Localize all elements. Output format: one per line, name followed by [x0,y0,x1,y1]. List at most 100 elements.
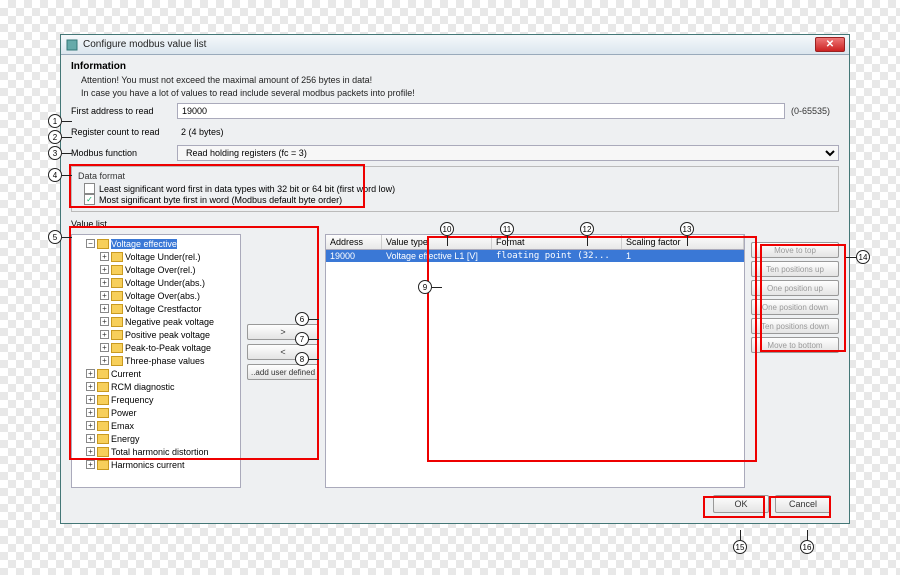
folder-icon [111,278,123,288]
folder-icon [111,265,123,275]
folder-icon [97,239,109,249]
ok-button[interactable]: OK [713,495,769,513]
callout-1: 1 [48,114,62,128]
folder-icon [97,369,109,379]
expand-icon[interactable]: + [86,460,95,469]
tree-item[interactable]: Energy [111,434,140,444]
expand-icon[interactable]: − [86,239,95,248]
folder-icon [111,304,123,314]
tree-item[interactable]: Harmonics current [111,460,185,470]
tree-item[interactable]: RCM diagnostic [111,382,175,392]
dialog-window: Configure modbus value list ✕ Informatio… [60,34,850,524]
folder-icon [97,447,109,457]
reorder-button[interactable]: Move to bottom [751,337,839,353]
window-title: Configure modbus value list [83,39,206,50]
tree-item[interactable]: Current [111,369,141,379]
tree-item[interactable]: Peak-to-Peak voltage [125,343,211,353]
callout-8: 8 [295,352,309,366]
folder-icon [97,434,109,444]
callout-7: 7 [295,332,309,346]
expand-icon[interactable]: + [86,382,95,391]
value-tree[interactable]: − Voltage effective + Voltage Under(rel.) +… [71,234,241,488]
modbus-function-label: Modbus function [71,148,171,158]
cancel-button[interactable]: Cancel [775,495,831,513]
expand-icon[interactable]: + [86,447,95,456]
expand-icon[interactable]: + [100,252,109,261]
info-heading: Information [71,61,839,72]
expand-icon[interactable]: + [100,304,109,313]
close-button[interactable]: ✕ [815,37,845,52]
modbus-function-select[interactable]: Read holding registers (fc = 3) [177,145,839,161]
register-count-value [177,124,785,140]
tree-item[interactable]: Emax [111,421,134,431]
folder-icon [111,330,123,340]
data-format-group: Data format Least significant word first… [71,166,839,212]
callout-2: 2 [48,130,62,144]
table-row[interactable]: 19000 Voltage effective L1 [V] floating … [326,250,744,262]
callout-10: 10 [440,222,454,236]
tree-item[interactable]: Frequency [111,395,154,405]
folder-icon [111,252,123,262]
reorder-button[interactable]: One position up [751,280,839,296]
col-address[interactable]: Address [326,235,382,249]
add-user-defined-button[interactable]: ..add user defined [247,364,319,380]
callout-15: 15 [733,540,747,554]
folder-icon [111,291,123,301]
reorder-button[interactable]: One position down [751,299,839,315]
tree-item[interactable]: Positive peak voltage [125,330,210,340]
msb-first-label: Most significant byte first in word (Mod… [99,195,342,205]
expand-icon[interactable]: + [86,421,95,430]
tree-item-selected[interactable]: Voltage effective [111,239,177,249]
tree-item[interactable]: Power [111,408,137,418]
title-bar: Configure modbus value list ✕ [61,35,849,55]
reorder-button[interactable]: Move to top [751,242,839,258]
folder-icon [97,382,109,392]
expand-icon[interactable]: + [100,317,109,326]
col-scaling[interactable]: Scaling factor [622,235,744,249]
folder-icon [97,395,109,405]
expand-icon[interactable]: + [86,434,95,443]
callout-14: 14 [856,250,870,264]
register-count-label: Register count to read [71,127,171,137]
lsw-first-checkbox[interactable] [84,183,95,194]
data-format-legend: Data format [78,171,832,181]
folder-icon [97,408,109,418]
tree-item[interactable]: Voltage Over(abs.) [125,291,200,301]
callout-3: 3 [48,146,62,160]
expand-icon[interactable]: + [86,369,95,378]
value-list-label: Value list [71,219,839,229]
folder-icon [111,343,123,353]
expand-icon[interactable]: + [100,265,109,274]
tree-item[interactable]: Total harmonic distortion [111,447,209,457]
first-address-label: First address to read [71,106,171,116]
tree-item[interactable]: Voltage Under(rel.) [125,252,201,262]
expand-icon[interactable]: + [100,278,109,287]
tree-item[interactable]: Voltage Under(abs.) [125,278,205,288]
tree-item[interactable]: Voltage Over(rel.) [125,265,196,275]
expand-icon[interactable]: + [86,395,95,404]
callout-6: 6 [295,312,309,326]
expand-icon[interactable]: + [86,408,95,417]
callout-13: 13 [680,222,694,236]
tree-item[interactable]: Voltage Crestfactor [125,304,202,314]
callout-9: 9 [418,280,432,294]
msb-first-checkbox[interactable]: ✓ [84,194,95,205]
app-icon [65,38,79,52]
info-line-1: Attention! You must not exceed the maxim… [71,75,839,85]
tree-item[interactable]: Three-phase values [125,356,205,366]
col-value-type[interactable]: Value type [382,235,492,249]
expand-icon[interactable]: + [100,343,109,352]
tree-item[interactable]: Negative peak voltage [125,317,214,327]
expand-icon[interactable]: + [100,330,109,339]
expand-icon[interactable]: + [100,291,109,300]
first-address-range: (0-65535) [791,106,839,116]
expand-icon[interactable]: + [100,356,109,365]
reorder-button[interactable]: Ten positions down [751,318,839,334]
first-address-input[interactable] [177,103,785,119]
callout-11: 11 [500,222,514,236]
reorder-button[interactable]: Ten positions up [751,261,839,277]
col-format[interactable]: Format [492,235,622,249]
lsw-first-label: Least significant word first in data typ… [99,184,395,194]
callout-5: 5 [48,230,62,244]
value-table: Address Value type Format Scaling factor… [325,234,745,488]
